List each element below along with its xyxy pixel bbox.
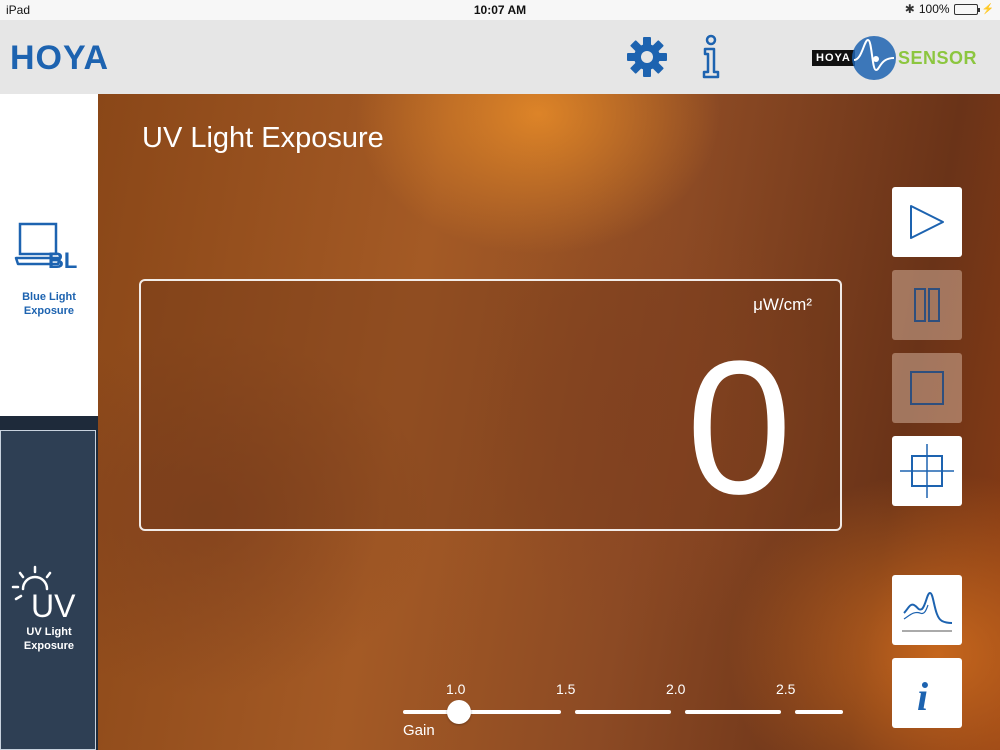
- bluetooth-icon: ✱: [904, 2, 915, 16]
- play-button[interactable]: [892, 187, 962, 257]
- readout-value: 0: [686, 322, 792, 534]
- app-info-button[interactable]: [694, 34, 728, 80]
- sidebar-item-uv-light[interactable]: UV UV Light Exposure: [0, 430, 96, 750]
- pause-icon: [914, 288, 940, 322]
- charging-icon: ⚡: [981, 3, 994, 15]
- info-icon: i: [917, 674, 928, 719]
- laptop-icon: BL: [14, 222, 77, 272]
- sidebar-item-label: Blue Light Exposure: [22, 291, 76, 317]
- hoya-logo: HOYA: [10, 39, 109, 78]
- measurement-info-button[interactable]: i: [892, 658, 962, 728]
- svg-text:i: i: [917, 674, 928, 719]
- calibrate-button[interactable]: [892, 436, 962, 506]
- stop-button[interactable]: [892, 353, 962, 423]
- sidebar-item-blue-light[interactable]: BL Blue Light Exposure: [0, 94, 98, 416]
- pause-button[interactable]: [892, 270, 962, 340]
- sensor-text: SENSOR: [898, 48, 978, 68]
- gain-slider-thumb[interactable]: [447, 700, 471, 724]
- gear-icon: [627, 37, 667, 77]
- gain-track-segment: [795, 710, 843, 714]
- sidebar-item-label: UV Light Exposure: [23, 626, 75, 652]
- exposure-readout: μW/cm² 0: [139, 279, 842, 531]
- gain-track-segment: [685, 710, 781, 714]
- crosshair-icon: [900, 444, 954, 498]
- battery-icon: [953, 3, 980, 15]
- gain-slider[interactable]: 1.0 1.5 2.0 2.5 Gain: [403, 679, 843, 744]
- gain-tick: 2.5: [776, 681, 796, 697]
- readout-unit: μW/cm²: [753, 295, 812, 314]
- settings-button[interactable]: [624, 36, 670, 78]
- top-bar: HOYA HOYA SENSOR: [0, 20, 1000, 94]
- main-panel: UV Light Exposure μW/cm² 0 i 1.0 1.5 2.0…: [98, 94, 1000, 750]
- gain-track-segment: [403, 710, 561, 714]
- gain-tick: 1.5: [556, 681, 576, 697]
- status-time: 10:07 AM: [473, 3, 527, 17]
- gain-tick: 1.0: [446, 681, 466, 697]
- battery-percent: 100%: [918, 2, 950, 16]
- gain-tick: 2.0: [666, 681, 686, 697]
- gain-track-segment: [575, 710, 671, 714]
- sun-icon: UV: [11, 565, 76, 623]
- hoya-logo-text: HOYA: [10, 39, 110, 77]
- spectrum-graph-icon: [902, 591, 953, 632]
- page-title: UV Light Exposure: [142, 122, 384, 154]
- spectrum-graph-button[interactable]: [892, 575, 962, 645]
- info-icon: [702, 34, 720, 79]
- svg-text:BL: BL: [48, 248, 77, 272]
- status-right: ✱ 100% ⚡: [905, 2, 994, 16]
- gain-label: Gain: [403, 722, 435, 739]
- sidebar: BL Blue Light Exposure UV UV Light Expos…: [0, 94, 98, 750]
- stop-icon: [910, 371, 944, 405]
- svg-text:UV: UV: [31, 588, 76, 623]
- hoya-sensor-logo: HOYA SENSOR: [810, 34, 977, 82]
- status-bar: iPad 10:07 AM ✱ 100% ⚡: [0, 0, 1000, 20]
- play-icon: [910, 205, 944, 239]
